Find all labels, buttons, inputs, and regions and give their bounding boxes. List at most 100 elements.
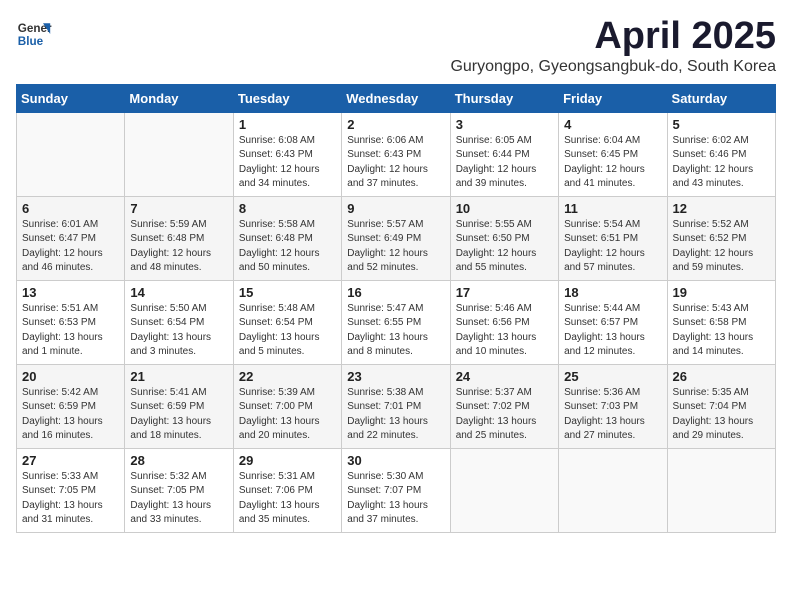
- day-info: Sunrise: 5:31 AMSunset: 7:06 PMDaylight:…: [239, 470, 336, 528]
- day-number: 14: [130, 285, 227, 300]
- day-info: Sunrise: 6:02 AMSunset: 6:46 PMDaylight:…: [673, 134, 770, 192]
- day-number: 27: [22, 453, 119, 468]
- page-header: General Blue April 2025 Guryongpo, Gyeon…: [16, 16, 776, 76]
- day-info: Sunrise: 5:43 AMSunset: 6:58 PMDaylight:…: [673, 302, 770, 360]
- calendar-header-row: Sunday Monday Tuesday Wednesday Thursday…: [17, 84, 776, 112]
- calendar-table: Sunday Monday Tuesday Wednesday Thursday…: [16, 84, 776, 533]
- day-number: 5: [673, 117, 770, 132]
- table-row: 26Sunrise: 5:35 AMSunset: 7:04 PMDayligh…: [667, 364, 775, 448]
- table-row: 3Sunrise: 6:05 AMSunset: 6:44 PMDaylight…: [450, 112, 558, 196]
- calendar-week-row: 1Sunrise: 6:08 AMSunset: 6:43 PMDaylight…: [17, 112, 776, 196]
- logo-icon: General Blue: [16, 16, 52, 52]
- calendar-week-row: 13 Sunrise: 5:51 AMSunset: 6:53 PMDayligh…: [17, 280, 776, 364]
- day-number: 15: [239, 285, 336, 300]
- table-row: 28 Sunrise: 5:32 AMSunset: 7:05 PMDayligh…: [125, 448, 233, 532]
- day-number: 10: [456, 201, 553, 216]
- table-row: 19Sunrise: 5:43 AMSunset: 6:58 PMDayligh…: [667, 280, 775, 364]
- day-number: 7: [130, 201, 227, 216]
- day-info: Sunrise: 5:35 AMSunset: 7:04 PMDaylight:…: [673, 386, 770, 444]
- day-info: Sunrise: 5:39 AMSunset: 7:00 PMDaylight:…: [239, 386, 336, 444]
- day-info: Sunrise: 5:37 AMSunset: 7:02 PMDaylight:…: [456, 386, 553, 444]
- day-info: Sunrise: 5:32 AMSunset: 7:05 PMDaylight:…: [130, 470, 227, 528]
- table-row: [125, 112, 233, 196]
- svg-text:Blue: Blue: [18, 35, 44, 48]
- table-row: 30Sunrise: 5:30 AMSunset: 7:07 PMDayligh…: [342, 448, 450, 532]
- day-info: Sunrise: 5:54 AMSunset: 6:51 PMDaylight:…: [564, 218, 661, 276]
- table-row: 13 Sunrise: 5:51 AMSunset: 6:53 PMDayligh…: [17, 280, 125, 364]
- day-info: Sunrise: 6:06 AMSunset: 6:43 PMDaylight:…: [347, 134, 444, 192]
- table-row: 7Sunrise: 5:59 AMSunset: 6:48 PMDaylight…: [125, 196, 233, 280]
- table-row: 18 Sunrise: 5:44 AMSunset: 6:57 PMDayligh…: [559, 280, 667, 364]
- day-info: Sunrise: 5:58 AMSunset: 6:48 PMDaylight:…: [239, 218, 336, 276]
- location-subtitle: Guryongpo, Gyeongsangbuk-do, South Korea: [450, 58, 776, 76]
- title-block: April 2025 Guryongpo, Gyeongsangbuk-do, …: [450, 16, 776, 76]
- day-number: 20: [22, 369, 119, 384]
- day-number: 24: [456, 369, 553, 384]
- day-number: 2: [347, 117, 444, 132]
- col-wednesday: Wednesday: [342, 84, 450, 112]
- table-row: 12 Sunrise: 5:52 AMSunset: 6:52 PMDayligh…: [667, 196, 775, 280]
- col-thursday: Thursday: [450, 84, 558, 112]
- table-row: [559, 448, 667, 532]
- day-info: Sunrise: 6:05 AMSunset: 6:44 PMDaylight:…: [456, 134, 553, 192]
- table-row: 21 Sunrise: 5:41 AMSunset: 6:59 PMDayligh…: [125, 364, 233, 448]
- table-row: 24 Sunrise: 5:37 AMSunset: 7:02 PMDayligh…: [450, 364, 558, 448]
- table-row: 9Sunrise: 5:57 AMSunset: 6:49 PMDaylight…: [342, 196, 450, 280]
- day-info: Sunrise: 5:50 AMSunset: 6:54 PMDaylight:…: [130, 302, 227, 360]
- table-row: 14 Sunrise: 5:50 AMSunset: 6:54 PMDayligh…: [125, 280, 233, 364]
- day-info: Sunrise: 5:52 AMSunset: 6:52 PMDaylight:…: [673, 218, 770, 276]
- day-number: 9: [347, 201, 444, 216]
- day-number: 13: [22, 285, 119, 300]
- month-title: April 2025: [450, 16, 776, 58]
- day-info: Sunrise: 5:33 AMSunset: 7:05 PMDaylight:…: [22, 470, 119, 528]
- table-row: 15 Sunrise: 5:48 AMSunset: 6:54 PMDayligh…: [233, 280, 341, 364]
- table-row: [450, 448, 558, 532]
- table-row: 5 Sunrise: 6:02 AMSunset: 6:46 PMDaylight…: [667, 112, 775, 196]
- day-number: 18: [564, 285, 661, 300]
- day-info: Sunrise: 5:46 AMSunset: 6:56 PMDaylight:…: [456, 302, 553, 360]
- day-number: 21: [130, 369, 227, 384]
- day-number: 23: [347, 369, 444, 384]
- table-row: 10 Sunrise: 5:55 AMSunset: 6:50 PMDayligh…: [450, 196, 558, 280]
- day-number: 6: [22, 201, 119, 216]
- day-info: Sunrise: 5:38 AMSunset: 7:01 PMDaylight:…: [347, 386, 444, 444]
- day-number: 28: [130, 453, 227, 468]
- day-info: Sunrise: 5:51 AMSunset: 6:53 PMDaylight:…: [22, 302, 119, 360]
- table-row: 27 Sunrise: 5:33 AMSunset: 7:05 PMDayligh…: [17, 448, 125, 532]
- table-row: 8Sunrise: 5:58 AMSunset: 6:48 PMDaylight…: [233, 196, 341, 280]
- day-number: 22: [239, 369, 336, 384]
- day-number: 11: [564, 201, 661, 216]
- day-number: 4: [564, 117, 661, 132]
- col-sunday: Sunday: [17, 84, 125, 112]
- day-info: Sunrise: 5:36 AMSunset: 7:03 PMDaylight:…: [564, 386, 661, 444]
- day-info: Sunrise: 5:48 AMSunset: 6:54 PMDaylight:…: [239, 302, 336, 360]
- calendar-week-row: 27 Sunrise: 5:33 AMSunset: 7:05 PMDayligh…: [17, 448, 776, 532]
- day-number: 17: [456, 285, 553, 300]
- day-info: Sunrise: 5:47 AMSunset: 6:55 PMDaylight:…: [347, 302, 444, 360]
- table-row: 6Sunrise: 6:01 AMSunset: 6:47 PMDaylight…: [17, 196, 125, 280]
- day-number: 29: [239, 453, 336, 468]
- table-row: 17 Sunrise: 5:46 AMSunset: 6:56 PMDayligh…: [450, 280, 558, 364]
- day-info: Sunrise: 5:44 AMSunset: 6:57 PMDaylight:…: [564, 302, 661, 360]
- day-info: Sunrise: 5:41 AMSunset: 6:59 PMDaylight:…: [130, 386, 227, 444]
- day-number: 16: [347, 285, 444, 300]
- table-row: [667, 448, 775, 532]
- col-tuesday: Tuesday: [233, 84, 341, 112]
- day-number: 30: [347, 453, 444, 468]
- table-row: 1Sunrise: 6:08 AMSunset: 6:43 PMDaylight…: [233, 112, 341, 196]
- col-saturday: Saturday: [667, 84, 775, 112]
- table-row: 29 Sunrise: 5:31 AMSunset: 7:06 PMDayligh…: [233, 448, 341, 532]
- day-number: 12: [673, 201, 770, 216]
- table-row: 11 Sunrise: 5:54 AMSunset: 6:51 PMDayligh…: [559, 196, 667, 280]
- calendar-week-row: 6Sunrise: 6:01 AMSunset: 6:47 PMDaylight…: [17, 196, 776, 280]
- col-friday: Friday: [559, 84, 667, 112]
- day-number: 1: [239, 117, 336, 132]
- logo: General Blue: [16, 16, 52, 52]
- day-info: Sunrise: 5:55 AMSunset: 6:50 PMDaylight:…: [456, 218, 553, 276]
- col-monday: Monday: [125, 84, 233, 112]
- table-row: 25 Sunrise: 5:36 AMSunset: 7:03 PMDayligh…: [559, 364, 667, 448]
- table-row: [17, 112, 125, 196]
- table-row: 4Sunrise: 6:04 AMSunset: 6:45 PMDaylight…: [559, 112, 667, 196]
- table-row: 23 Sunrise: 5:38 AMSunset: 7:01 PMDayligh…: [342, 364, 450, 448]
- day-number: 25: [564, 369, 661, 384]
